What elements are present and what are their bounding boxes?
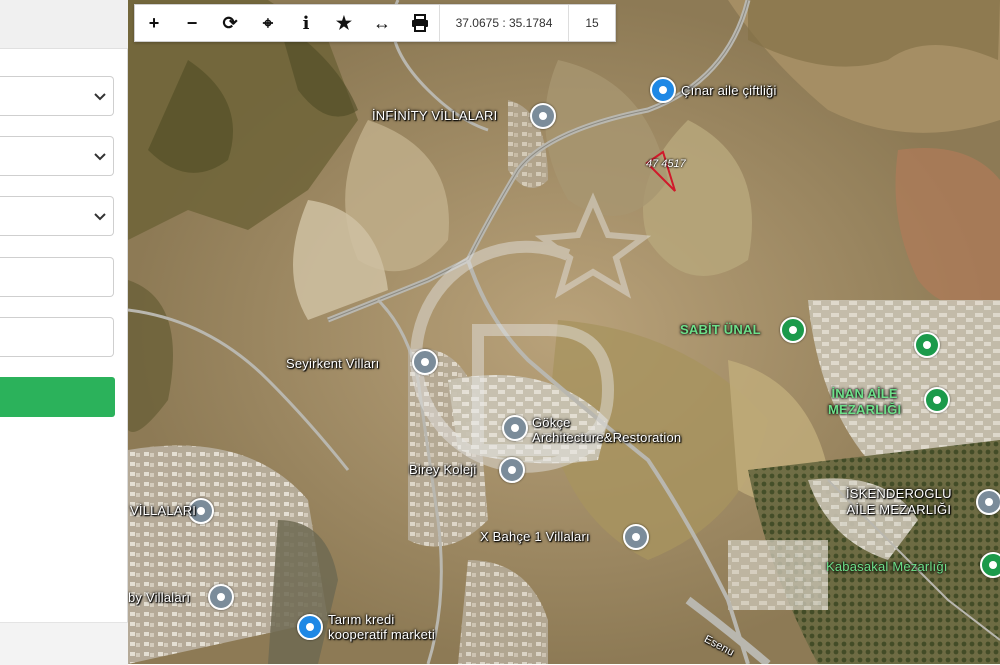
locate-button[interactable]: ⌖ (249, 5, 287, 41)
zoom-level-readout: 15 (568, 5, 615, 41)
place-label-bahce[interactable]: X Bahçe 1 Villaları (480, 529, 590, 544)
chevron-down-icon (94, 93, 106, 101)
info-button[interactable]: i (287, 5, 325, 41)
place-label-cinar[interactable]: Çınar aile çiftliği (681, 83, 777, 98)
printer-icon (412, 14, 428, 32)
place-label-by-villalari[interactable]: by Villaları (128, 590, 190, 605)
crosshair-icon: ⌖ (262, 12, 274, 33)
minus-icon: − (186, 12, 198, 33)
place-label-iskenderoglu[interactable]: İSKENDEROGLU AİLE MEZARLIĞI (846, 486, 952, 518)
zoom-out-button[interactable]: − (173, 5, 211, 41)
refresh-button[interactable]: ⟳ (211, 5, 249, 41)
query-button[interactable] (0, 377, 115, 417)
school-icon[interactable] (499, 457, 525, 483)
place-label-birey[interactable]: Birey Koleji (409, 462, 476, 477)
place-label-infinity[interactable]: İNFİNİTY VİLLALARI (372, 108, 497, 123)
place-label-tarim[interactable]: Tarım kredi kooperatif marketi (328, 612, 435, 642)
refresh-icon: ⟳ (222, 12, 238, 33)
tree-icon[interactable] (914, 332, 940, 358)
sidebar-header (0, 0, 128, 49)
coordinate-readout: 37.0675 : 35.1784 (439, 5, 568, 41)
sidebar-panel (0, 0, 128, 665)
chevron-down-icon (94, 153, 106, 161)
parcel-number-label: 47 4517 (646, 158, 686, 170)
place-label-inan[interactable]: İNAN AİLE MEZARLIĞI (828, 386, 901, 418)
block-input[interactable] (0, 257, 114, 297)
print-button[interactable] (401, 5, 439, 41)
lock-icon[interactable] (297, 614, 323, 640)
zoom-in-button[interactable]: + (135, 5, 173, 41)
plus-icon: + (148, 12, 160, 33)
province-select[interactable] (0, 76, 114, 116)
location-icon[interactable] (208, 584, 234, 610)
tree-icon[interactable] (780, 317, 806, 343)
location-icon[interactable] (530, 103, 556, 129)
favorite-button[interactable]: ★ (325, 5, 363, 41)
satellite-map[interactable]: 47 4517 Çınar aile çiftliği İNFİNİTY VİL… (128, 0, 1000, 664)
location-icon[interactable] (623, 524, 649, 550)
neighborhood-select[interactable] (0, 196, 114, 236)
parcel-input[interactable] (0, 317, 114, 357)
tree-icon[interactable] (924, 387, 950, 413)
map-toolbar: + − ⟳ ⌖ i ★ ↔ 37.0675 : 35.1784 15 (134, 4, 616, 42)
place-label-sabit[interactable]: SABİT ÜNAL (680, 322, 761, 337)
place-label-gokece[interactable]: Gökçe Architecture&Restoration (532, 415, 681, 445)
star-icon: ★ (335, 12, 353, 33)
location-icon[interactable] (412, 349, 438, 375)
district-select[interactable] (0, 136, 114, 176)
tree-icon[interactable] (980, 552, 1000, 578)
museum-icon[interactable] (976, 489, 1000, 515)
place-label-seyirkent[interactable]: Seyirkent Vilları (286, 356, 379, 371)
sidebar-footer (0, 622, 128, 665)
place-label-kabasakal[interactable]: Kabasakal Mezarlığı (826, 559, 948, 574)
info-icon: i (302, 12, 310, 34)
measure-icon: ↔ (373, 12, 391, 33)
chevron-down-icon (94, 213, 106, 221)
place-label-villalari[interactable]: VİLLALARI (130, 503, 196, 518)
lock-icon[interactable] (650, 77, 676, 103)
measure-button[interactable]: ↔ (363, 5, 401, 41)
location-icon[interactable] (502, 415, 528, 441)
